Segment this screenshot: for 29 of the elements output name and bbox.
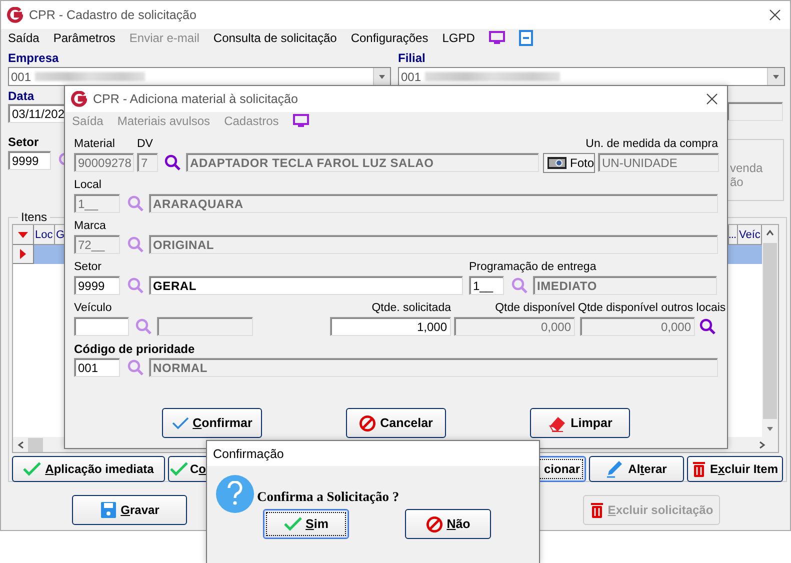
description-field: GERAL — [149, 276, 463, 295]
option-text: ão — [730, 175, 744, 189]
field-label: Filial — [398, 51, 426, 65]
field-label: Setor — [8, 135, 39, 149]
confirm-message: Confirma a Solicitação ? — [257, 489, 400, 505]
dialog-title: CPR - Adiciona material à solicitação — [93, 92, 298, 106]
field-label: Qtde disponível outros locais — [578, 301, 726, 315]
field-label: Programação de entrega — [469, 260, 596, 274]
field-label: Veículo — [74, 301, 113, 315]
field-label: Setor — [74, 260, 102, 274]
description-field: ORIGINAL — [149, 235, 718, 254]
group-label: Itens — [20, 210, 48, 224]
field-label: Local — [74, 178, 102, 192]
option-text: venda — [730, 161, 763, 175]
description-field: ARARAQUARA — [149, 194, 718, 213]
field-label: Marca — [74, 219, 106, 233]
field-label: Qtde disponível — [494, 301, 575, 315]
field-label: Qtde. solicitada — [370, 301, 451, 315]
field-label: Data — [8, 89, 34, 103]
description-field: IMEDIATO — [533, 276, 717, 295]
field-label: DV — [137, 137, 154, 151]
window-title: CPR - Cadastro de solicitação — [29, 8, 196, 22]
description-field: ADAPTADOR TECLA FAROL LUZ SALAO — [186, 153, 539, 172]
description-field: NORMAL — [149, 358, 718, 377]
field-label: Un. de medida da compra — [586, 137, 718, 151]
field-label: Empresa — [8, 51, 59, 65]
field-label: Material — [74, 137, 116, 151]
field-label: Código de prioridade — [74, 342, 195, 356]
dialog-title: Confirmação — [213, 446, 284, 460]
